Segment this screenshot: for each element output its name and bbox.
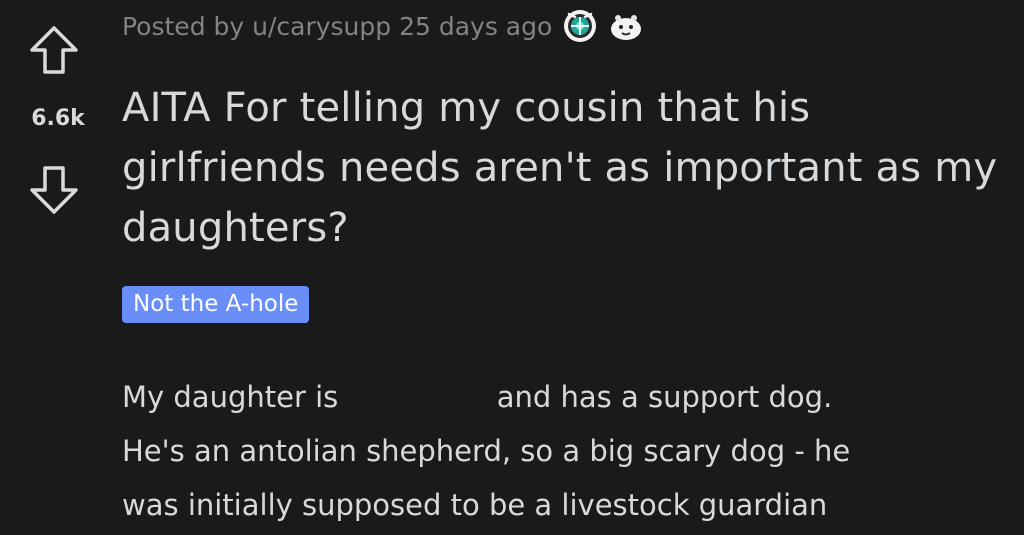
award-badge-icon[interactable]: [562, 8, 598, 44]
arrow-down-outline-icon: [30, 166, 78, 214]
posted-by-text[interactable]: Posted by u/carysupp 25 days ago: [122, 12, 552, 41]
post-title[interactable]: AITA For telling my cousin that his girl…: [122, 78, 1002, 258]
award-seal-icon[interactable]: [608, 8, 644, 44]
post-flair[interactable]: Not the A-hole: [122, 286, 310, 323]
body-line-2: He's an antolian shepherd, so a big scar…: [122, 434, 851, 468]
post-body: My daughter is and has a support dog. He…: [122, 370, 1002, 532]
downvote-button[interactable]: [26, 162, 82, 218]
body-line-1-end: and has a support dog.: [496, 380, 833, 414]
arrow-up-outline-icon: [30, 26, 78, 74]
upvote-button[interactable]: [26, 22, 82, 78]
body-line-1-start: My daughter is: [122, 380, 339, 414]
redacted-text: [348, 397, 488, 407]
body-line-1: My daughter is and has a support dog.: [122, 370, 1002, 424]
body-line-3: was initially supposed to be a livestock…: [122, 488, 828, 522]
reddit-post: 6.6k Posted by u/carysupp 25 days ago AI…: [0, 0, 1024, 535]
vote-score: 6.6k: [31, 106, 85, 131]
post-meta: Posted by u/carysupp 25 days ago: [122, 8, 644, 44]
